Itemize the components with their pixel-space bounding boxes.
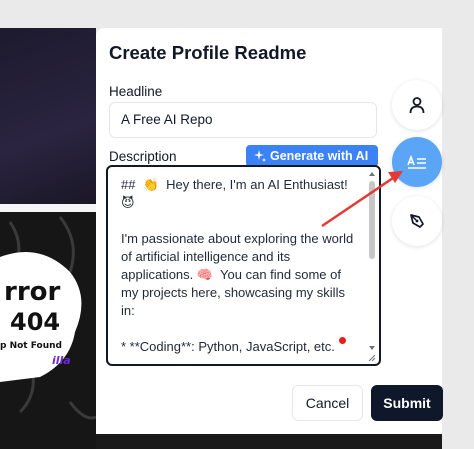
scroll-thumb[interactable] [369,181,375,259]
dialog-title: Create Profile Readme [109,42,307,63]
error-code-text: 404 [10,308,60,336]
profile-tool-button[interactable] [392,80,442,130]
pen-tool-icon [410,214,424,228]
cursor-marker-dot [339,337,346,344]
create-readme-dialog: Create Profile Readme Headline A Free AI… [96,28,443,434]
description-label: Description [109,149,177,164]
scroll-up-arrow[interactable] [369,172,375,176]
background-image-top [0,28,96,204]
textarea-scrollbar[interactable] [367,170,377,360]
not-found-text: p Not Found [0,341,62,351]
background-image-bottom [96,434,442,449]
error-art-text: rror [4,277,61,307]
readme-tool-button[interactable] [392,137,442,187]
background-gap [0,204,96,212]
brand-badge: illa [52,354,71,367]
generate-with-ai-button[interactable]: Generate with AI [246,145,378,167]
sparkle-icon [254,150,266,162]
description-text: ## 👏 Hey there, I'm an AI Enthusiast! 😈 … [121,177,354,366]
headline-label: Headline [109,84,163,99]
sign-tool-button[interactable] [392,196,442,246]
description-textarea[interactable]: ## 👏 Hey there, I'm an AI Enthusiast! 😈 … [106,165,381,366]
user-icon [409,97,425,114]
submit-button[interactable]: Submit [371,385,443,421]
headline-input[interactable]: A Free AI Repo [109,102,377,138]
resize-handle-icon[interactable] [368,354,376,362]
text-align-icon [407,154,426,169]
generate-button-label: Generate with AI [270,149,369,163]
cancel-button[interactable]: Cancel [292,385,363,421]
scroll-down-arrow[interactable] [369,346,375,350]
background-image-error-art: rror 404 p Not Found illa [0,212,96,449]
